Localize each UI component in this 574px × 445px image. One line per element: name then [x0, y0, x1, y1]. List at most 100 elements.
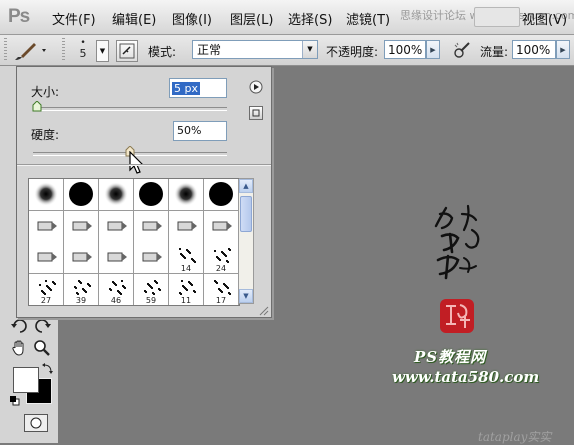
brush-tip-icon [34, 182, 58, 206]
corner-watermark: tataplay实实 [478, 430, 552, 444]
brush-preset-cell[interactable] [134, 179, 169, 211]
brush-preset-cell[interactable] [64, 179, 99, 211]
brush-preset-cell[interactable] [99, 179, 134, 211]
zoom-tool[interactable] [32, 338, 52, 358]
brush-preset-cell[interactable]: 39 [64, 273, 99, 305]
hand-icon [12, 340, 24, 356]
brush-tool-icon [15, 43, 46, 60]
chevron-down-icon: ▼ [302, 41, 317, 58]
options-bar-grip-2 [62, 38, 65, 62]
menu-view[interactable]: 视图(V) [522, 9, 567, 28]
popup-menu-button[interactable] [249, 80, 263, 94]
menu-layer[interactable]: 图层(L) [230, 9, 273, 28]
menu-select[interactable]: 选择(S) [288, 9, 332, 28]
brush-tip-icon [107, 221, 127, 230]
tool-preset-picker[interactable] [12, 39, 52, 61]
flow-slider-button[interactable]: ▶ [556, 40, 570, 59]
brush-tip-icon [69, 182, 93, 206]
brush-tip-icon [212, 221, 232, 230]
brush-preset-cell[interactable] [29, 210, 64, 243]
photoshop-logo: Ps [8, 6, 30, 27]
brush-tip-icon [37, 221, 57, 230]
brush-size-number: 59 [145, 295, 157, 305]
play-arrow-icon [249, 80, 263, 94]
opacity-label: 不透明度: [326, 45, 379, 59]
brush-panel-toggle[interactable] [116, 40, 138, 62]
resize-grip-icon[interactable] [257, 304, 269, 316]
brush-tip-icon [72, 252, 92, 262]
brush-preset-cell[interactable] [64, 242, 99, 274]
brush-preset-cell[interactable]: 17 [204, 273, 239, 305]
new-preset-button[interactable] [249, 106, 263, 120]
bridge-badge[interactable] [474, 7, 520, 27]
brush-tip-icon [209, 182, 233, 206]
brush-size-number: 14 [180, 264, 192, 273]
airbrush-toggle[interactable] [452, 40, 472, 60]
chevron-down-icon [42, 49, 46, 52]
quick-mask-button[interactable] [24, 414, 48, 432]
art-history-tool[interactable] [32, 316, 52, 336]
size-slider-thumb[interactable] [32, 100, 42, 112]
opacity-slider-button[interactable]: ▶ [426, 40, 440, 59]
opacity-input[interactable]: 100% [384, 40, 426, 59]
brush-size-number: 27 [40, 295, 52, 305]
brush-preset-cell[interactable] [204, 179, 239, 211]
brush-preset-cell[interactable] [204, 210, 239, 243]
swap-colors-icon[interactable] [42, 362, 54, 374]
brush-preset-preview[interactable]: • 5 [70, 38, 96, 62]
brush-preset-cell[interactable] [134, 210, 169, 243]
brush-preset-cell[interactable]: 46 [99, 273, 134, 305]
brush-preset-cell[interactable] [169, 210, 204, 243]
brush-tip-icon [104, 182, 128, 206]
preset-scrollbar[interactable]: ▲ ▼ [239, 178, 254, 304]
menu-filter[interactable]: 滤镜(T) [346, 9, 390, 28]
hand-tool[interactable] [10, 338, 30, 358]
foreground-color-swatch-front[interactable] [13, 367, 39, 393]
brush-tip-icon [107, 252, 127, 262]
menu-image[interactable]: 图像(I) [172, 9, 212, 28]
mode-select[interactable]: 正常 ▼ [192, 40, 318, 59]
brush-size-number: 46 [110, 295, 122, 305]
mode-label: 模式: [148, 45, 177, 59]
history-brush-tool[interactable] [10, 316, 30, 336]
options-bar-grip[interactable] [4, 38, 7, 62]
brush-size-readout: 5 [79, 47, 87, 60]
brush-preset-cell[interactable] [134, 242, 169, 274]
scroll-thumb[interactable] [240, 196, 252, 232]
brush-preset-cell[interactable] [99, 242, 134, 274]
brush-size-number: 39 [75, 295, 87, 305]
brush-preset-cell[interactable]: 59 [134, 273, 169, 305]
brush-preset-cell[interactable] [64, 210, 99, 243]
hardness-input[interactable]: 50% [173, 121, 227, 141]
brush-preset-cell[interactable] [29, 242, 64, 274]
red-seal-stamp [436, 296, 478, 336]
quick-mask-icon [30, 417, 42, 429]
brush-preset-picker-popup: 大小: 5 px 硬度: 50% 14 24 27 39 46 59 11 17 ▲ ▼ [16, 66, 272, 318]
scroll-up-button[interactable]: ▲ [239, 179, 253, 193]
size-label: 大小: [31, 85, 60, 99]
brush-preset-cell[interactable] [169, 179, 204, 211]
brush-preset-cell[interactable] [29, 179, 64, 211]
menu-bar: Ps 文件(F) 编辑(E) 图像(I) 图层(L) 选择(S) 滤镜(T) 思… [0, 0, 574, 35]
brush-size-number: 24 [215, 264, 227, 273]
brush-tip-icon [174, 182, 198, 206]
scroll-down-button[interactable]: ▼ [239, 289, 253, 303]
brush-preset-cell[interactable]: 27 [29, 273, 64, 305]
brush-preset-cell[interactable]: 11 [169, 273, 204, 305]
site-name-watermark: PS教程网 [414, 348, 487, 366]
default-colors-icon[interactable] [10, 395, 20, 406]
size-input[interactable]: 5 px [169, 78, 227, 98]
brush-tip-icon [177, 221, 197, 230]
menu-file[interactable]: 文件(F) [52, 9, 96, 28]
brush-tip-icon [72, 221, 92, 230]
flow-label: 流量: [480, 45, 509, 59]
brush-preset-cell[interactable] [99, 210, 134, 243]
popup-divider [17, 164, 271, 166]
flow-input[interactable]: 100% [512, 40, 556, 59]
options-bar: • 5 ▼ 模式: 正常 ▼ 不透明度: 100% ▶ 流量: 100% ▶ [0, 35, 574, 66]
size-slider-track[interactable] [33, 107, 227, 111]
menu-edit[interactable]: 编辑(E) [112, 9, 156, 28]
brush-picker-dropdown[interactable]: ▼ [96, 40, 109, 62]
brush-preset-cell[interactable]: 14 [169, 242, 204, 274]
brush-preset-cell[interactable]: 24 [204, 242, 239, 274]
